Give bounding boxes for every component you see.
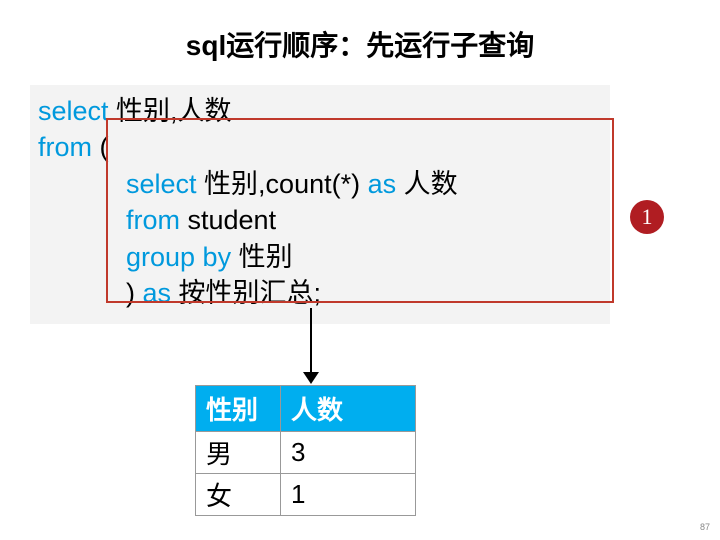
result-table: 性别 人数 男 3 女 1 xyxy=(195,385,416,516)
table-cell: 1 xyxy=(281,474,416,516)
arrow-head-icon xyxy=(303,372,319,384)
table-header: 人数 xyxy=(281,386,416,432)
keyword-from: from xyxy=(38,132,92,162)
table-row: 女 1 xyxy=(196,474,416,516)
table-header: 性别 xyxy=(196,386,281,432)
table-cell: 3 xyxy=(281,432,416,474)
page-number: 87 xyxy=(700,522,710,532)
table-header-row: 性别 人数 xyxy=(196,386,416,432)
table-row: 男 3 xyxy=(196,432,416,474)
arrow-line xyxy=(310,308,312,376)
subquery-highlight-box xyxy=(106,118,614,303)
table-cell: 男 xyxy=(196,432,281,474)
table-cell: 女 xyxy=(196,474,281,516)
keyword-select: select xyxy=(38,96,109,126)
step-badge-1: 1 xyxy=(630,200,664,234)
slide-title: sql运行顺序：先运行子查询 xyxy=(0,24,720,64)
